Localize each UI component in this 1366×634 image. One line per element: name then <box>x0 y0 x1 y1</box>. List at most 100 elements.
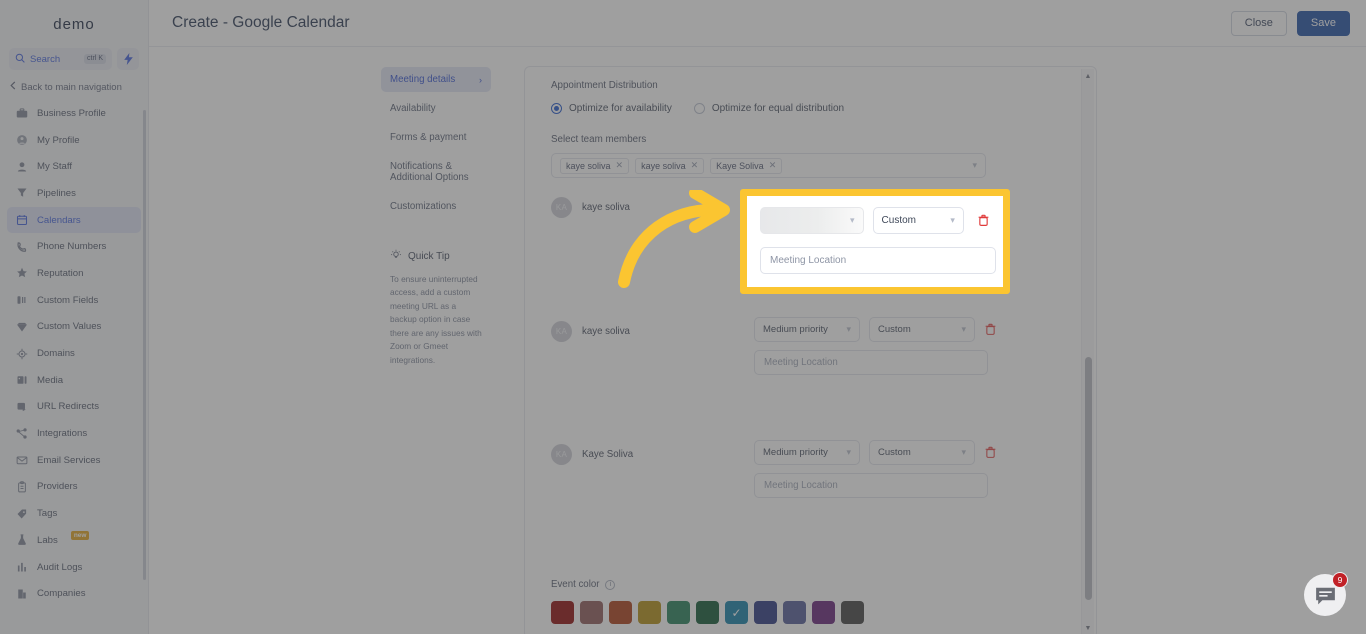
sidebar-item-label: Email Services <box>37 454 101 466</box>
close-icon[interactable]: ✕ <box>769 160 777 171</box>
close-icon[interactable]: ✕ <box>616 160 624 171</box>
avatar: KA <box>551 321 572 342</box>
back-to-main-navigation[interactable]: Back to main navigation <box>0 70 148 100</box>
sidebar-item-business-profile[interactable]: Business Profile <box>7 100 141 127</box>
user-circle-icon <box>15 134 28 147</box>
tab-availability[interactable]: Availability <box>381 96 491 121</box>
color-swatch[interactable] <box>638 601 661 624</box>
meeting-type-value: Custom <box>878 200 911 211</box>
sidebar-item-phone-numbers[interactable]: Phone Numbers <box>7 233 141 260</box>
save-button[interactable]: Save <box>1296 10 1350 36</box>
sidebar-item-providers[interactable]: Providers <box>7 474 141 501</box>
team-member-chip[interactable]: kaye soliva ✕ <box>560 157 630 174</box>
integrations-icon <box>15 427 28 440</box>
sidebar-item-my-profile[interactable]: My Profile <box>7 127 141 154</box>
color-swatch[interactable] <box>609 601 632 624</box>
lightbulb-icon <box>390 249 402 264</box>
search-input[interactable]: Search ctrl K <box>9 48 112 70</box>
tab-meeting-details[interactable]: Meeting details › <box>381 67 491 92</box>
brand-logo: demo <box>53 15 95 33</box>
user-icon <box>15 160 28 173</box>
sidebar-item-label: Domains <box>37 348 75 360</box>
close-button[interactable]: Close <box>1230 10 1287 36</box>
team-member-chip[interactable]: kaye soliva ✕ <box>635 157 705 174</box>
sidebar-item-label: Custom Fields <box>37 294 99 306</box>
meeting-location-input[interactable]: Meeting Location <box>754 226 988 251</box>
color-swatch[interactable] <box>812 601 835 624</box>
check-icon: ✓ <box>731 605 742 620</box>
search-icon <box>15 50 25 68</box>
scrollbar-thumb[interactable] <box>1085 357 1092 600</box>
sidebar-item-label: Custom Values <box>37 321 102 333</box>
sidebar-item-tags[interactable]: Tags <box>7 500 141 527</box>
tab-forms-payment[interactable]: Forms & payment <box>381 125 491 150</box>
caret-down-icon[interactable]: ▼ <box>1082 622 1094 634</box>
chevron-down-icon: ▾ <box>846 200 851 210</box>
color-swatch[interactable] <box>696 601 719 624</box>
tab-label: Meeting details <box>390 74 456 85</box>
sidebar-item-label: Calendars <box>37 214 81 226</box>
sidebar-item-url-redirects[interactable]: URL Redirects <box>7 394 141 421</box>
color-swatch-selected[interactable]: ✓ <box>725 601 748 624</box>
team-members-select[interactable]: kaye soliva ✕ kaye soliva ✕ Kaye Soliva … <box>551 153 986 178</box>
appointment-distribution-label: Appointment Distribution <box>551 80 658 91</box>
priority-select[interactable]: ▾ <box>754 193 860 218</box>
priority-select[interactable]: Medium priority ▾ <box>754 317 860 342</box>
bolt-icon[interactable] <box>117 48 139 70</box>
card-scrollbar[interactable]: ▲ ▼ <box>1081 69 1094 634</box>
color-swatch[interactable] <box>580 601 603 624</box>
chip-label: Kaye Soliva <box>716 160 764 171</box>
sidebar-item-domains[interactable]: Domains <box>7 340 141 367</box>
sidebar-item-custom-fields[interactable]: Custom Fields <box>7 287 141 314</box>
radio-optimize-for-equal-distribution[interactable]: Optimize for equal distribution <box>693 103 844 114</box>
trash-icon[interactable] <box>984 199 997 212</box>
radio-label: Optimize for availability <box>569 103 672 114</box>
labs-new-badge: new <box>70 530 90 540</box>
tab-customizations[interactable]: Customizations <box>381 194 491 219</box>
priority-select[interactable]: Medium priority ▾ <box>754 440 860 465</box>
caret-up-icon[interactable]: ▲ <box>1082 70 1094 83</box>
sidebar-item-label: Business Profile <box>37 107 106 119</box>
chevron-down-icon[interactable]: ▾ <box>972 160 977 171</box>
sidebar-item-media[interactable]: Media <box>7 367 141 394</box>
briefcase-icon <box>15 107 28 120</box>
sidebar-item-label: Reputation <box>37 267 84 279</box>
meeting-location-input[interactable]: Meeting Location <box>754 473 988 498</box>
chip-label: kaye soliva <box>566 160 611 171</box>
radio-dot-icon <box>693 103 705 114</box>
tab-notifications-additional-options[interactable]: Notifications & Additional Options <box>381 154 491 190</box>
sidebar-item-labs[interactable]: Labs new <box>7 527 141 554</box>
priority-value: Medium priority <box>763 447 828 458</box>
color-swatch[interactable] <box>754 601 777 624</box>
sidebar-item-label: Audit Logs <box>37 561 83 573</box>
sidebar-item-custom-values[interactable]: Custom Values <box>7 314 141 341</box>
sidebar-item-email-services[interactable]: Email Services <box>7 447 141 474</box>
meeting-type-select[interactable]: Custom ▾ <box>869 440 975 465</box>
sidebar-item-calendars[interactable]: Calendars <box>7 206 141 234</box>
sidebar-scrollbar[interactable] <box>143 110 146 580</box>
redirect-icon <box>15 400 28 413</box>
close-icon[interactable]: ✕ <box>691 160 699 171</box>
info-icon[interactable]: i <box>605 579 616 590</box>
sidebar-item-my-staff[interactable]: My Staff <box>7 153 141 180</box>
color-swatch[interactable] <box>841 601 864 624</box>
sidebar-item-reputation[interactable]: Reputation <box>7 260 141 287</box>
color-swatch[interactable] <box>783 601 806 624</box>
sidebar-item-companies[interactable]: Companies <box>7 580 141 607</box>
sidebar-item-audit-logs[interactable]: Audit Logs <box>7 554 141 581</box>
sidebar-item-integrations[interactable]: Integrations <box>7 420 141 447</box>
trash-icon[interactable] <box>984 323 997 336</box>
radio-optimize-for-availability[interactable]: Optimize for availability <box>551 103 672 114</box>
meeting-type-select[interactable]: Custom ▾ <box>869 317 975 342</box>
trash-icon[interactable] <box>984 446 997 459</box>
color-swatch[interactable] <box>667 601 690 624</box>
sidebar-item-pipelines[interactable]: Pipelines <box>7 180 141 207</box>
top-bar-actions: Close Save <box>1230 10 1350 36</box>
chat-widget[interactable]: 9 <box>1304 572 1348 616</box>
chevron-left-icon <box>10 81 16 93</box>
meeting-type-select[interactable]: Custom ▾ <box>869 193 975 218</box>
color-swatch[interactable] <box>551 601 574 624</box>
team-member-chip[interactable]: Kaye Soliva ✕ <box>710 157 783 174</box>
sidebar-item-label: URL Redirects <box>37 401 100 413</box>
meeting-location-input[interactable]: Meeting Location <box>754 350 988 375</box>
